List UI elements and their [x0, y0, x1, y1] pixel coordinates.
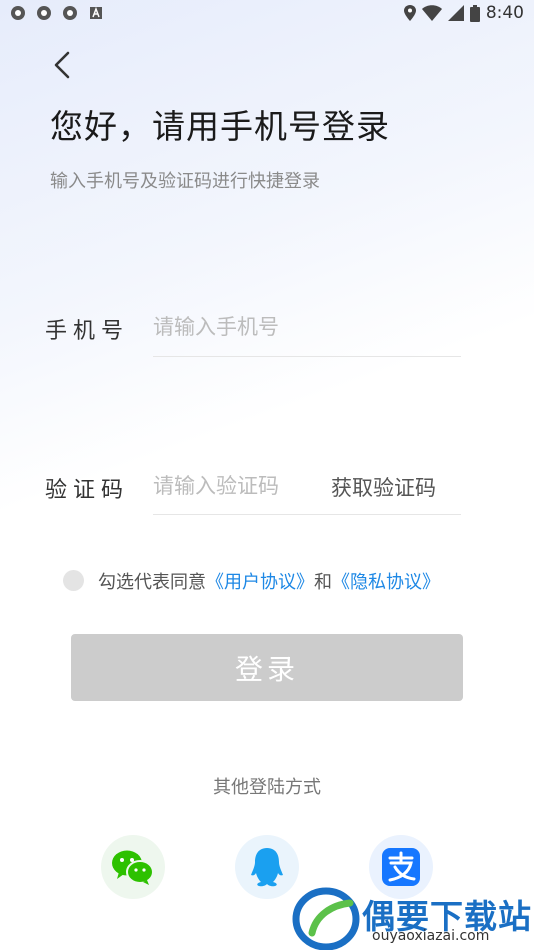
wifi-icon — [421, 5, 442, 21]
login-button[interactable]: 登录 — [71, 634, 463, 701]
code-input[interactable] — [153, 472, 323, 500]
agreement-text: 勾选代表同意《用户协议》和《隐私协议》 — [98, 568, 440, 594]
notification-icons — [10, 5, 104, 21]
notification-app-icon — [11, 6, 25, 20]
page-title: 您好，请用手机号登录 — [50, 107, 390, 146]
clock: 8:40 — [485, 3, 524, 23]
watermark-logo — [292, 887, 360, 950]
code-underline — [153, 514, 461, 515]
other-login-title: 其他登陆方式 — [213, 777, 321, 798]
wechat-icon — [112, 850, 154, 885]
notification-app-icon — [37, 6, 51, 20]
phone-label: 手机号 — [45, 319, 130, 344]
back-arrow-icon[interactable] — [50, 50, 74, 80]
user-agreement-link[interactable]: 《用户协议》 — [206, 572, 314, 593]
code-label: 验证码 — [45, 478, 130, 503]
phone-input[interactable] — [153, 313, 458, 341]
watermark-url: ouyaoxiazai.com — [372, 928, 490, 944]
agreement-and: 和 — [314, 572, 332, 593]
qq-icon — [251, 848, 283, 887]
page-subtitle: 输入手机号及验证码进行快捷登录 — [50, 171, 320, 192]
signal-icon — [447, 5, 464, 21]
alipay-icon — [382, 848, 420, 886]
qq-login-button[interactable] — [235, 835, 299, 899]
system-icons: 8:40 — [403, 3, 524, 23]
status-bar: 8:40 — [0, 0, 534, 28]
get-code-button[interactable]: 获取验证码 — [331, 472, 436, 502]
agreement-prefix: 勾选代表同意 — [98, 572, 206, 593]
notification-a-icon — [90, 6, 102, 19]
notification-app-icon — [63, 6, 77, 20]
wechat-login-button[interactable] — [101, 835, 165, 899]
battery-icon — [469, 4, 480, 22]
privacy-agreement-link[interactable]: 《隐私协议》 — [332, 572, 440, 593]
phone-underline — [153, 356, 461, 357]
location-icon — [403, 5, 416, 21]
agreement-checkbox[interactable] — [63, 570, 84, 591]
